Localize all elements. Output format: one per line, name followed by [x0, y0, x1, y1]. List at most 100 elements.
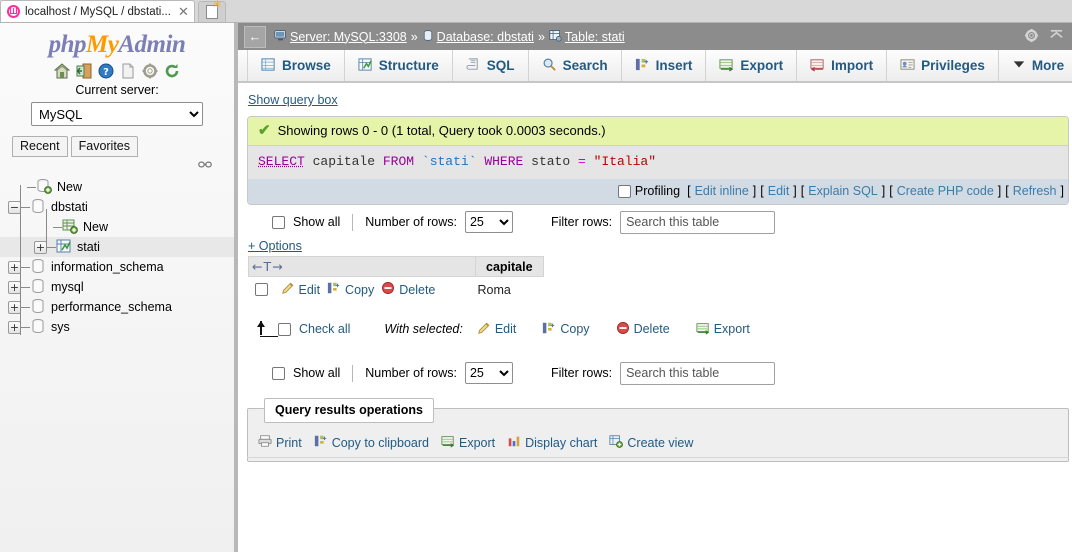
tab-label: Insert	[655, 58, 693, 73]
with-selected-copy[interactable]: Copy	[542, 321, 590, 338]
show-all-checkbox-bottom[interactable]	[272, 366, 285, 380]
tab-import[interactable]: Import	[797, 50, 888, 81]
tab-search[interactable]: Search	[529, 50, 622, 81]
recent-tab[interactable]: Recent	[12, 136, 68, 157]
logout-icon[interactable]	[76, 63, 92, 79]
query-result-box: ✔ Showing rows 0 - 0 (1 total, Query too…	[247, 116, 1069, 205]
options-toggle-link[interactable]: + Options	[248, 239, 302, 253]
with-selected-edit[interactable]: Edit	[477, 321, 516, 338]
breadcrumb-database[interactable]: Database: dbstati	[422, 29, 534, 45]
collapse-icon[interactable]	[1049, 28, 1064, 46]
gear-icon[interactable]	[1024, 28, 1039, 46]
tree-item-mysql[interactable]: + mysql	[0, 277, 234, 297]
table-structure-icon	[56, 238, 72, 257]
breadcrumb-table[interactable]: Table: stati	[549, 29, 625, 45]
breadcrumb-database-label: Database: dbstati	[436, 29, 534, 44]
filter-rows-input-bottom[interactable]	[620, 361, 776, 385]
docs-icon[interactable]	[120, 63, 136, 79]
tree-item-dbstati[interactable]: − dbstati	[0, 197, 234, 217]
tree-item-new-table[interactable]: New	[0, 217, 234, 237]
new-database-icon	[36, 178, 52, 197]
settings-icon[interactable]	[142, 63, 158, 79]
export-label: Export	[458, 435, 496, 450]
sort-controls-header[interactable]: ←T→	[248, 256, 476, 277]
tree-label: New	[83, 220, 109, 234]
tree-line	[21, 206, 30, 208]
main-panel: ← Server: MySQL:3308 » Database: dbstati…	[238, 23, 1072, 552]
check-icon: ✔	[258, 122, 271, 139]
tab-export[interactable]: Export	[706, 50, 798, 81]
explain-sql-link[interactable]: Explain SQL	[808, 184, 877, 198]
home-icon[interactable]	[54, 63, 70, 79]
tree-item-performance-schema[interactable]: + performance_schema	[0, 297, 234, 317]
show-all-checkbox[interactable]	[272, 215, 285, 229]
bracket: [	[687, 184, 691, 198]
number-of-rows-select-bottom[interactable]: 25	[464, 362, 513, 384]
reload-icon[interactable]	[164, 63, 180, 79]
tree-item-stati[interactable]: + stati	[0, 237, 234, 257]
create-view-link[interactable]: Create view	[609, 434, 693, 451]
close-icon[interactable]: ✕	[176, 5, 189, 18]
show-query-box-link[interactable]: Show query box	[248, 93, 338, 107]
sidebar-icon-bar: ?	[0, 63, 234, 79]
rows-controls-bottom: Show all Number of rows: 25 Filter rows:	[272, 356, 1072, 390]
edit-inline-link[interactable]: Edit inline	[695, 184, 749, 198]
edit-link[interactable]: Edit	[768, 184, 790, 198]
sql-table: `stati`	[421, 154, 477, 169]
copy-to-clipboard-link[interactable]: Copy to clipboard	[314, 434, 429, 451]
with-selected-export[interactable]: Export	[696, 321, 750, 338]
tree-label: stati	[77, 240, 100, 254]
display-chart-label: Display chart	[525, 435, 598, 450]
table-row: Edit Copy Delete Roma	[249, 277, 544, 303]
tree-item-sys[interactable]: + sys	[0, 317, 234, 337]
check-all-label[interactable]: Check all	[299, 322, 350, 336]
help-icon[interactable]: ?	[98, 63, 114, 79]
bracket: ]	[752, 184, 757, 198]
favicon-icon: Ш	[7, 5, 20, 18]
chain-icon[interactable]	[198, 160, 212, 169]
row-copy-link[interactable]: Copy	[327, 281, 374, 298]
tree-item-information-schema[interactable]: + information_schema	[0, 257, 234, 277]
breadcrumb-server[interactable]: Server: MySQL:3308	[274, 29, 407, 45]
browse-icon	[261, 57, 276, 75]
tree-label: New	[57, 180, 83, 194]
new-tab-button[interactable]	[197, 0, 226, 22]
chevron-down-icon	[1012, 57, 1026, 74]
tab-more[interactable]: More	[999, 50, 1072, 81]
back-button[interactable]: ←	[244, 25, 266, 48]
tab-insert[interactable]: Insert	[622, 50, 707, 81]
display-chart-link[interactable]: Display chart	[507, 434, 597, 451]
filter-rows-input[interactable]	[620, 210, 776, 234]
bottom-divider	[247, 457, 1069, 458]
cell-capitale[interactable]: Roma	[476, 277, 544, 303]
new-table-icon	[62, 218, 78, 237]
tree-label: dbstati	[51, 200, 88, 214]
print-link[interactable]: Print	[258, 434, 302, 451]
favorites-tab[interactable]: Favorites	[70, 136, 139, 157]
database-icon	[30, 258, 46, 277]
tab-sql[interactable]: SQL	[453, 50, 529, 81]
query-results-operations-panel: Query results operations Print Copy to c…	[247, 398, 1069, 462]
number-of-rows-select[interactable]: 25	[464, 211, 513, 233]
check-all-checkbox[interactable]	[278, 322, 291, 336]
create-php-code-link[interactable]: Create PHP code	[897, 184, 994, 198]
row-delete-link[interactable]: Delete	[381, 281, 435, 298]
navigation-sidebar: phpMyAdmin ? Current server: MySQL Recen…	[0, 23, 238, 552]
divider	[352, 213, 354, 231]
profiling-checkbox[interactable]	[617, 184, 631, 198]
tree-item-new-database[interactable]: New	[0, 177, 234, 197]
sql-query-display[interactable]: SELECT capitale FROM `stati` WHERE stato…	[248, 146, 1068, 179]
row-checkbox[interactable]	[254, 283, 268, 296]
refresh-link[interactable]: Refresh	[1013, 184, 1057, 198]
bracket: ]	[793, 184, 797, 198]
export-link[interactable]: Export	[441, 434, 495, 451]
row-edit-link[interactable]: Edit	[281, 281, 320, 298]
tab-privileges[interactable]: Privileges	[887, 50, 999, 81]
column-header-capitale[interactable]: capitale	[475, 256, 544, 277]
phpmyadmin-logo[interactable]: phpMyAdmin	[0, 23, 234, 59]
server-select[interactable]: MySQL	[31, 102, 203, 126]
browser-tab[interactable]: Ш localhost / MySQL / dbstati... ✕	[0, 0, 195, 22]
tab-structure[interactable]: Structure	[345, 50, 453, 81]
tab-browse[interactable]: Browse	[247, 50, 345, 81]
with-selected-delete[interactable]: Delete	[616, 321, 670, 338]
